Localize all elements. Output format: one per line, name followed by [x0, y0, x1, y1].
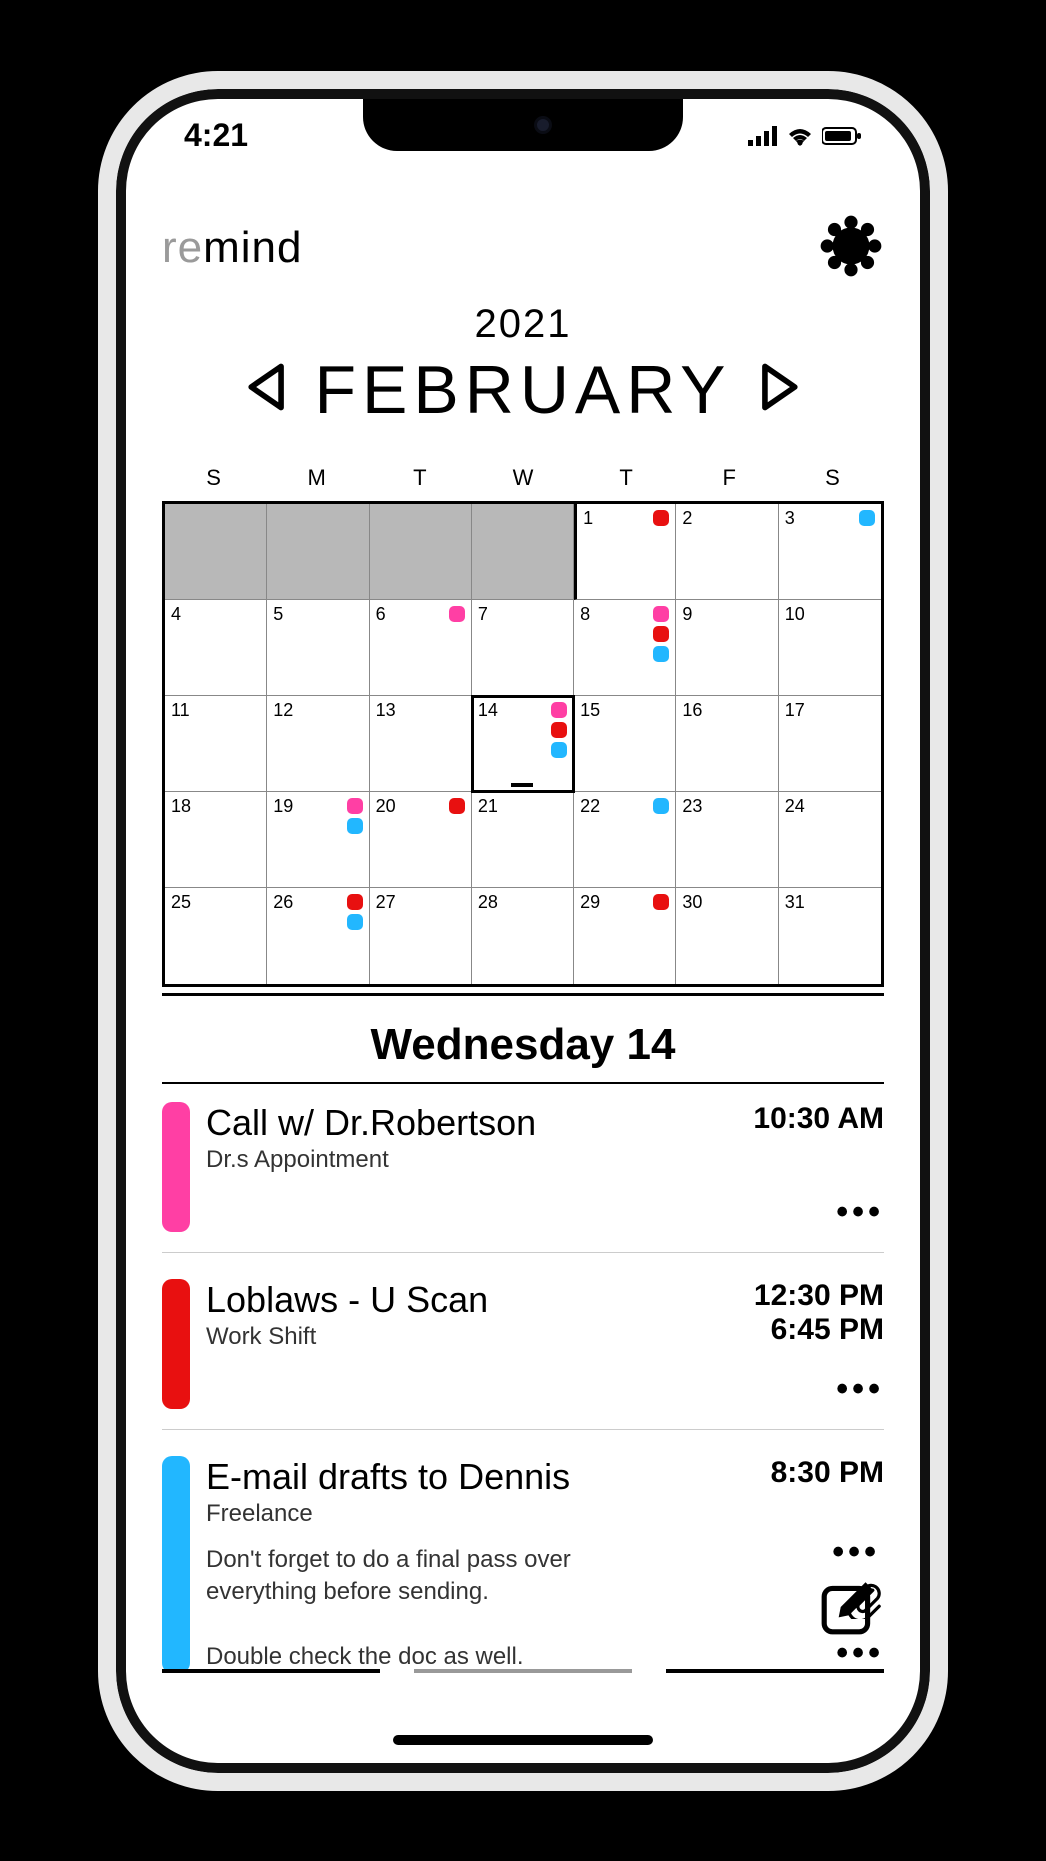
- calendar-day-30[interactable]: 30: [676, 888, 778, 984]
- event-dot: [347, 894, 363, 910]
- event-dot: [347, 798, 363, 814]
- dow-label: S: [162, 465, 265, 491]
- calendar-day-23[interactable]: 23: [676, 792, 778, 888]
- event-more-button[interactable]: •••: [836, 1370, 884, 1409]
- event-item[interactable]: E-mail drafts to DennisFreelance Don't fo…: [162, 1456, 884, 1694]
- calendar-cell-blank: [267, 504, 369, 600]
- calendar-day-14[interactable]: 14: [472, 696, 574, 792]
- calendar-grid: SMTWTFS 12345678910111213141516171819202…: [162, 455, 884, 996]
- dow-label: F: [678, 465, 781, 491]
- calendar-day-16[interactable]: 16: [676, 696, 778, 792]
- event-item[interactable]: Loblaws - U ScanWork Shift12:30 PM6:45 P…: [162, 1279, 884, 1430]
- event-color-bar: [162, 1102, 190, 1232]
- pagination-indicator: [162, 1669, 884, 1673]
- calendar-day-29[interactable]: 29: [574, 888, 676, 984]
- calendar-day-17[interactable]: 17: [779, 696, 881, 792]
- event-title: E-mail drafts to Dennis: [206, 1456, 698, 1498]
- calendar-day-18[interactable]: 18: [165, 792, 267, 888]
- calendar-day-3[interactable]: 3: [779, 504, 881, 600]
- calendar-day-9[interactable]: 9: [676, 600, 778, 696]
- calendar-day-11[interactable]: 11: [165, 696, 267, 792]
- calendar-cell-blank: [165, 504, 267, 600]
- calendar-day-25[interactable]: 25: [165, 888, 267, 984]
- calendar-day-22[interactable]: 22: [574, 792, 676, 888]
- dow-label: W: [471, 465, 574, 491]
- calendar-day-10[interactable]: 10: [779, 600, 881, 696]
- battery-icon: [822, 117, 862, 154]
- calendar-day-6[interactable]: 6: [370, 600, 472, 696]
- calendar-day-12[interactable]: 12: [267, 696, 369, 792]
- calendar-day-24[interactable]: 24: [779, 792, 881, 888]
- calendar-day-28[interactable]: 28: [472, 888, 574, 984]
- calendar-day-7[interactable]: 7: [472, 600, 574, 696]
- event-color-bar: [162, 1279, 190, 1409]
- event-note: Don't forget to do a final pass over eve…: [206, 1544, 636, 1674]
- compose-icon: [818, 1576, 880, 1638]
- event-dot: [347, 914, 363, 930]
- calendar-month: FEBRUARY: [314, 351, 731, 429]
- home-indicator[interactable]: [393, 1735, 653, 1745]
- prev-month-button[interactable]: [240, 359, 296, 420]
- app-title: remind: [162, 223, 303, 273]
- dow-label: S: [781, 465, 884, 491]
- status-indicators: [748, 117, 862, 154]
- settings-button[interactable]: [818, 213, 884, 284]
- compose-button[interactable]: •••: [818, 1533, 880, 1643]
- event-title: Loblaws - U Scan: [206, 1279, 698, 1321]
- event-category: Freelance: [206, 1500, 698, 1528]
- gear-icon: [818, 213, 884, 279]
- calendar-day-2[interactable]: 2: [676, 504, 778, 600]
- dow-label: T: [575, 465, 678, 491]
- calendar-cell-blank: [472, 504, 574, 600]
- dow-label: T: [368, 465, 471, 491]
- calendar-day-20[interactable]: 20: [370, 792, 472, 888]
- status-time: 4:21: [184, 117, 248, 154]
- chevron-right-icon: [750, 359, 806, 415]
- dow-label: M: [265, 465, 368, 491]
- calendar-cell-blank: [370, 504, 472, 600]
- event-dot: [551, 702, 567, 718]
- event-dot: [449, 606, 465, 622]
- event-more-button[interactable]: •••: [836, 1193, 884, 1232]
- event-item[interactable]: Call w/ Dr.RobertsonDr.s Appointment10:3…: [162, 1102, 884, 1253]
- calendar-day-19[interactable]: 19: [267, 792, 369, 888]
- event-dot: [859, 510, 875, 526]
- selected-day-header: Wednesday 14: [162, 1020, 884, 1084]
- event-dot: [653, 606, 669, 622]
- calendar-day-21[interactable]: 21: [472, 792, 574, 888]
- phone-mockup: 4:21 remind: [98, 71, 948, 1791]
- event-dot: [551, 742, 567, 758]
- event-dot: [449, 798, 465, 814]
- phone-notch: [363, 99, 683, 151]
- event-dot: [653, 646, 669, 662]
- event-dot: [653, 798, 669, 814]
- calendar-day-8[interactable]: 8: [574, 600, 676, 696]
- wifi-icon: [786, 117, 814, 154]
- calendar-day-27[interactable]: 27: [370, 888, 472, 984]
- cellular-signal-icon: [748, 117, 778, 154]
- event-dot: [653, 894, 669, 910]
- calendar-day-1[interactable]: 1: [574, 504, 676, 600]
- event-dot: [347, 818, 363, 834]
- event-dot: [551, 722, 567, 738]
- more-icon: •••: [818, 1533, 880, 1572]
- calendar-day-13[interactable]: 13: [370, 696, 472, 792]
- calendar-day-15[interactable]: 15: [574, 696, 676, 792]
- event-category: Work Shift: [206, 1323, 698, 1351]
- event-color-bar: [162, 1456, 190, 1674]
- event-dot: [653, 510, 669, 526]
- calendar-day-31[interactable]: 31: [779, 888, 881, 984]
- event-category: Dr.s Appointment: [206, 1146, 698, 1174]
- calendar-day-4[interactable]: 4: [165, 600, 267, 696]
- next-month-button[interactable]: [750, 359, 806, 420]
- chevron-left-icon: [240, 359, 296, 415]
- calendar-day-5[interactable]: 5: [267, 600, 369, 696]
- event-title: Call w/ Dr.Robertson: [206, 1102, 698, 1144]
- calendar-year: 2021: [162, 302, 884, 347]
- event-dot: [653, 626, 669, 642]
- calendar-day-26[interactable]: 26: [267, 888, 369, 984]
